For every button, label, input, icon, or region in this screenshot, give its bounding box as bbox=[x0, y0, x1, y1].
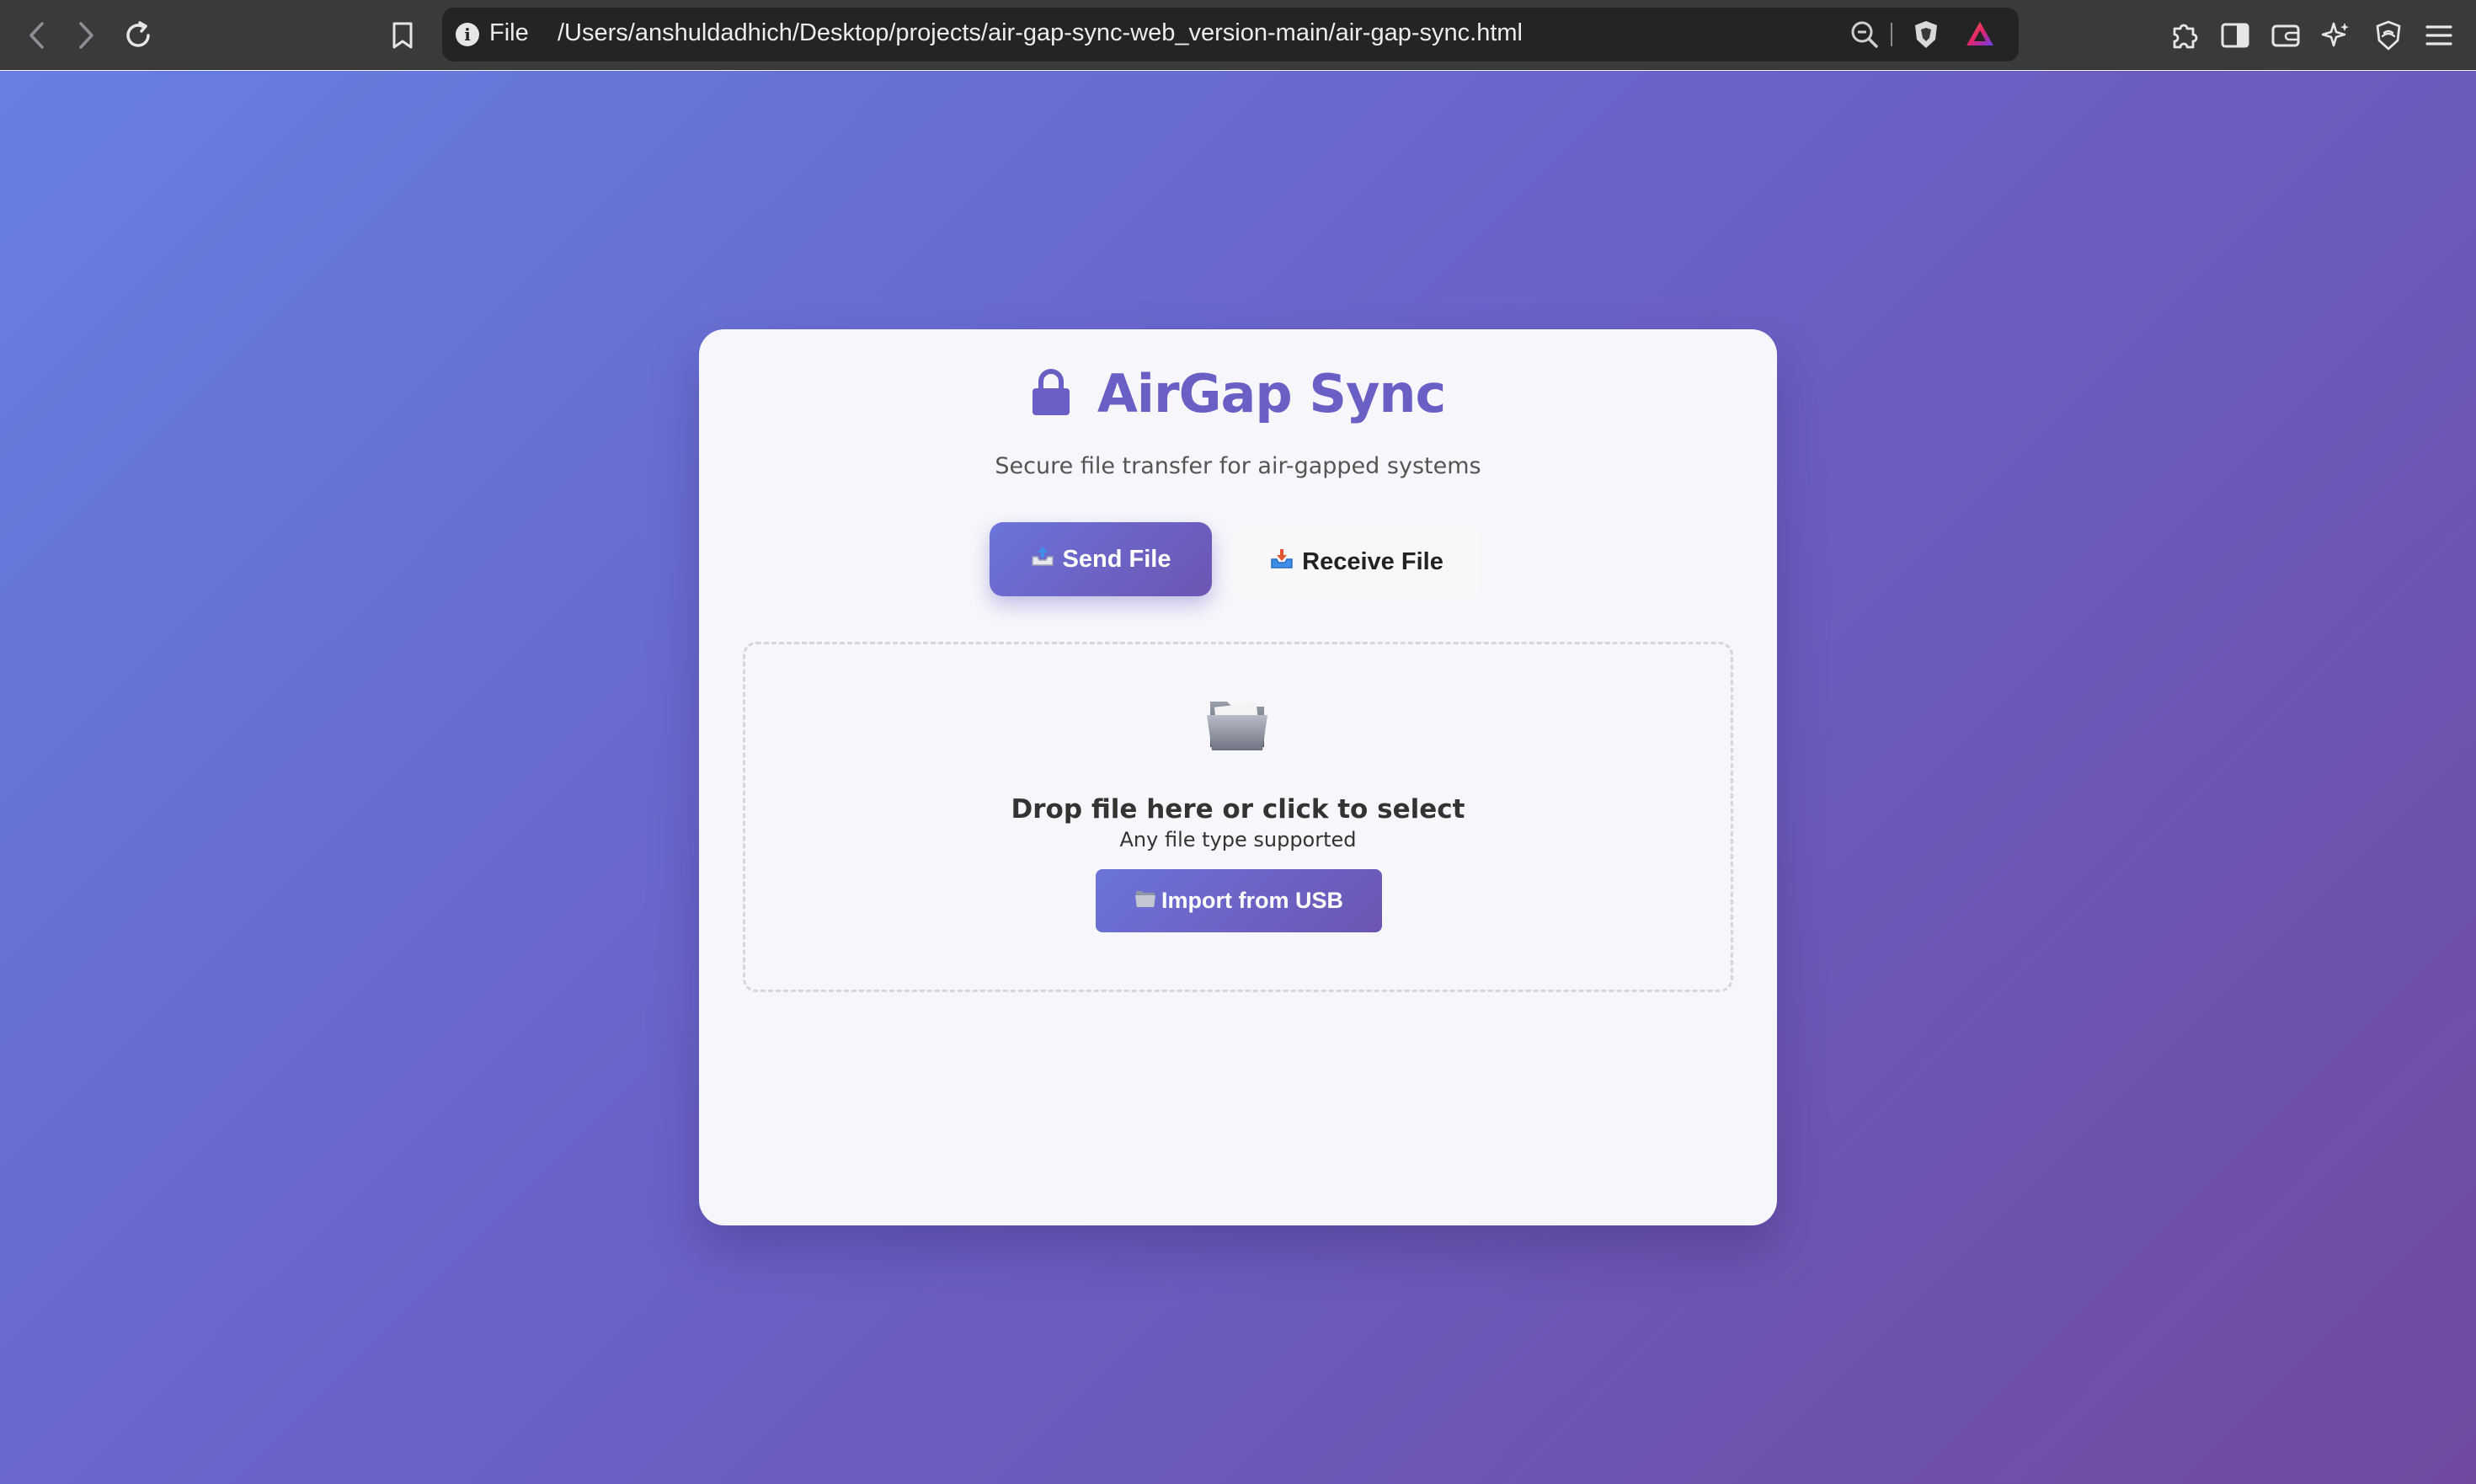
site-info-icon[interactable]: i bbox=[456, 23, 479, 46]
menu-icon[interactable] bbox=[2420, 17, 2457, 54]
url-scheme-label: File bbox=[489, 19, 529, 46]
leo-ai-icon[interactable] bbox=[2318, 17, 2355, 54]
file-dropzone[interactable]: Drop file here or click to select Any fi… bbox=[743, 642, 1733, 992]
tab-receive-file-label: Receive File bbox=[1302, 547, 1443, 575]
folder-icon bbox=[1205, 697, 1269, 757]
lock-icon bbox=[1031, 368, 1071, 420]
dropzone-subtitle: Any file type supported bbox=[1119, 828, 1357, 851]
app-header: AirGap Sync bbox=[699, 363, 1777, 424]
app-card: AirGap Sync Secure file transfer for air… bbox=[699, 329, 1777, 1225]
sidebar-icon[interactable] bbox=[2217, 17, 2254, 54]
wallet-icon[interactable] bbox=[2267, 17, 2304, 54]
inbox-tray-icon bbox=[1270, 547, 1294, 576]
vpn-icon[interactable] bbox=[2370, 17, 2407, 54]
app-subtitle: Secure file transfer for air-gapped syst… bbox=[995, 453, 1481, 479]
page-background: AirGap Sync Secure file transfer for air… bbox=[0, 71, 2476, 1484]
app-title: AirGap Sync bbox=[1097, 363, 1446, 424]
back-icon[interactable] bbox=[19, 17, 56, 54]
tab-receive-file[interactable]: Receive File bbox=[1233, 525, 1481, 599]
url-text[interactable]: /Users/anshuldadhich/Desktop/projects/ai… bbox=[558, 19, 1523, 47]
extensions-icon[interactable] bbox=[2166, 17, 2203, 54]
browser-toolbar: i File /Users/anshuldadhich/Desktop/proj… bbox=[0, 0, 2476, 70]
forward-icon[interactable] bbox=[67, 17, 104, 54]
brave-rewards-icon[interactable] bbox=[1965, 19, 1995, 51]
reload-icon[interactable] bbox=[120, 17, 157, 54]
tab-send-file[interactable]: Send File bbox=[990, 522, 1212, 596]
zoom-icon[interactable] bbox=[1850, 19, 1879, 53]
folder-icon bbox=[1134, 888, 1156, 914]
address-bar[interactable]: i File /Users/anshuldadhich/Desktop/proj… bbox=[442, 8, 2019, 61]
dropzone-title: Drop file here or click to select bbox=[1011, 794, 1465, 825]
tab-send-file-label: Send File bbox=[1062, 545, 1171, 573]
brave-shields-icon[interactable] bbox=[1913, 19, 1940, 53]
import-usb-label: Import from USB bbox=[1161, 888, 1343, 913]
bookmark-icon[interactable] bbox=[384, 17, 421, 54]
outbox-tray-icon bbox=[1031, 545, 1054, 574]
address-bar-divider bbox=[1891, 23, 1892, 46]
import-usb-button[interactable]: Import from USB bbox=[1096, 869, 1382, 932]
